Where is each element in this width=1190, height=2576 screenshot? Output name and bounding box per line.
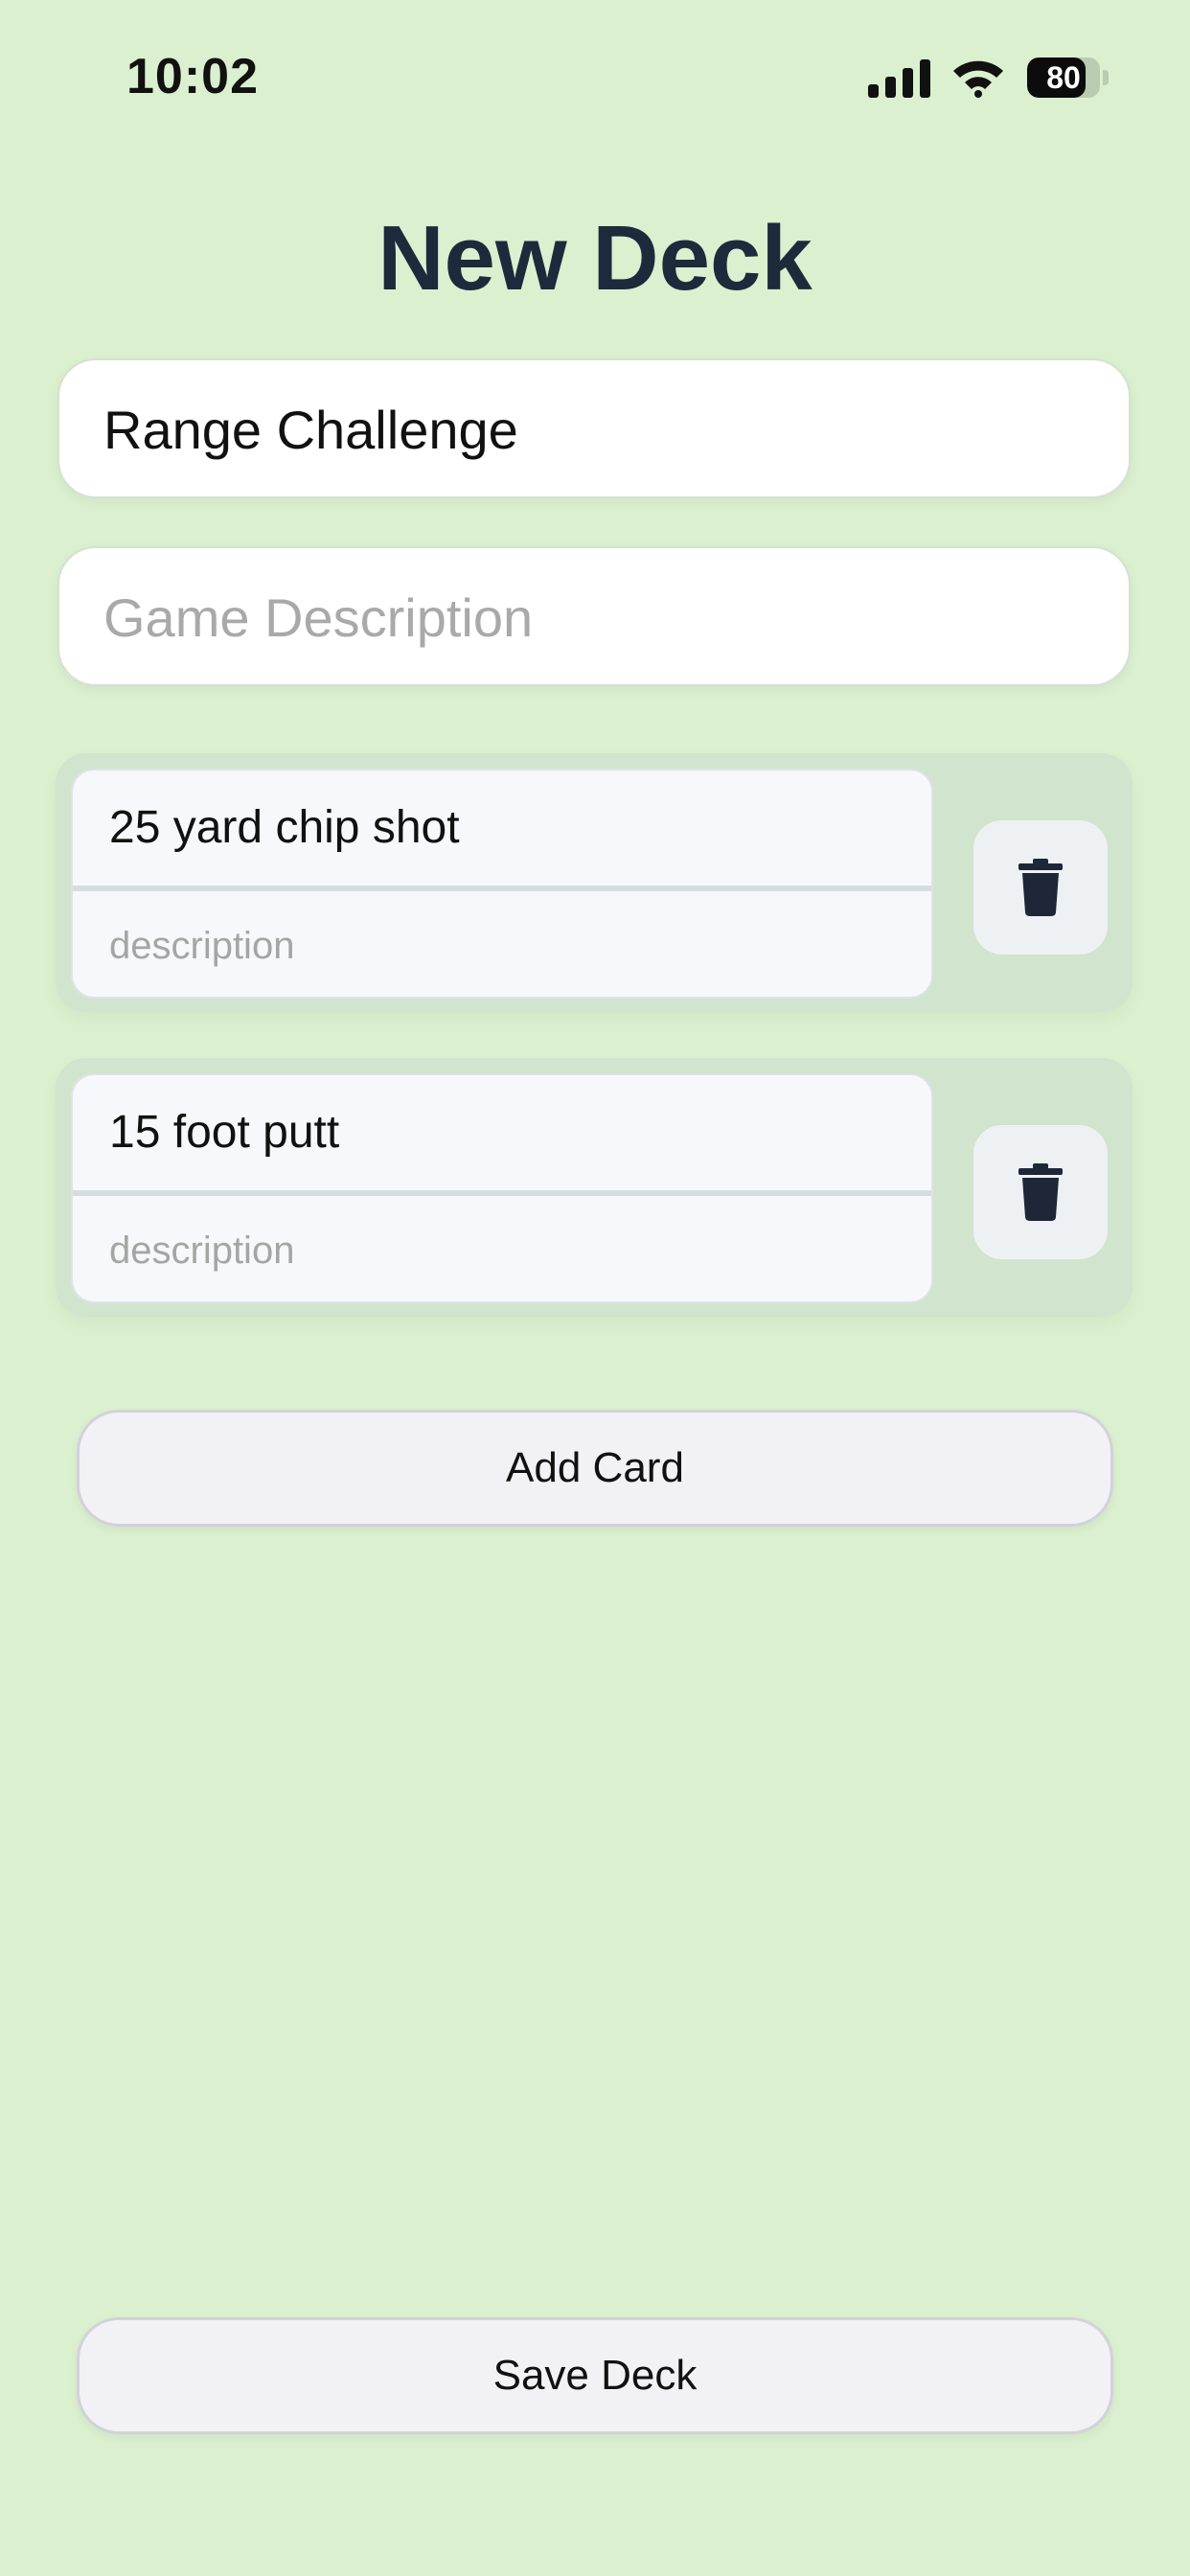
- cellular-signal-icon: [868, 59, 930, 98]
- card-description-input[interactable]: description: [73, 891, 931, 997]
- trash-icon: [1018, 859, 1063, 916]
- battery-body: 80: [1027, 58, 1100, 98]
- status-time: 10:02: [126, 49, 259, 104]
- trash-icon: [1018, 1163, 1063, 1221]
- wifi-icon: [953, 60, 1003, 98]
- card-description-input[interactable]: description: [73, 1196, 931, 1301]
- battery-tip: [1103, 70, 1109, 85]
- deck-name-value: Range Challenge: [103, 400, 518, 460]
- status-bar: 10:02 80: [0, 0, 1190, 144]
- card-title-input[interactable]: 15 foot putt: [73, 1075, 931, 1190]
- save-deck-button[interactable]: Save Deck: [77, 2317, 1113, 2434]
- game-description-placeholder: Game Description: [103, 587, 534, 648]
- delete-card-button[interactable]: [973, 1125, 1108, 1259]
- card-inputs: 25 yard chip shot description: [71, 769, 933, 999]
- deck-name-input[interactable]: Range Challenge: [57, 358, 1131, 498]
- delete-card-button[interactable]: [973, 820, 1108, 954]
- battery-level: 80: [1046, 60, 1081, 95]
- page-title: New Deck: [378, 207, 812, 310]
- card-title-input[interactable]: 25 yard chip shot: [73, 770, 931, 886]
- card-item: 15 foot putt description: [56, 1058, 1133, 1317]
- battery-icon: 80: [1027, 58, 1110, 98]
- game-description-input[interactable]: Game Description: [57, 546, 1131, 686]
- card-item: 25 yard chip shot description: [56, 753, 1133, 1012]
- card-inputs: 15 foot putt description: [71, 1073, 933, 1303]
- add-card-button[interactable]: Add Card: [77, 1410, 1113, 1527]
